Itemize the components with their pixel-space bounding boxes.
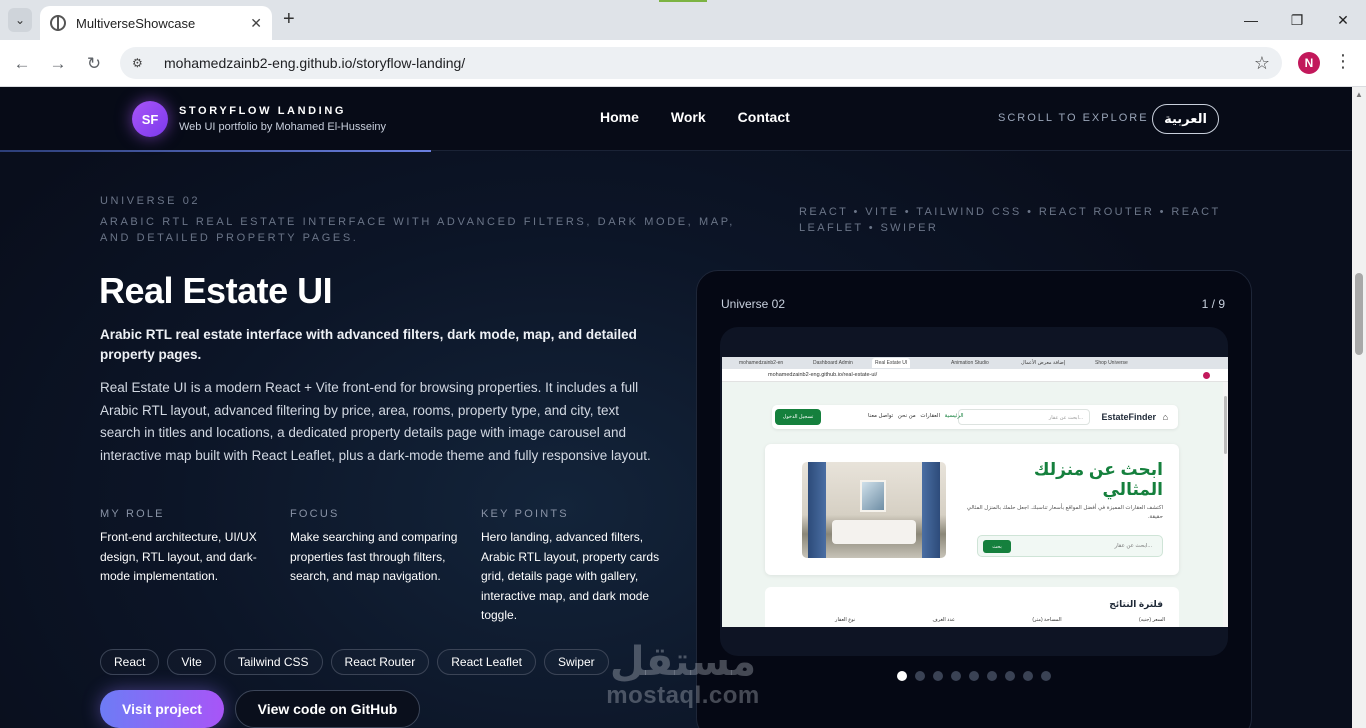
main-nav: Home Work Contact	[600, 109, 790, 125]
universe-eyebrow: UNIVERSE 02	[100, 195, 201, 207]
tab-strip-accent	[659, 0, 707, 2]
mini-hero-title: ابحث عن منزلك المثالي	[1033, 460, 1163, 499]
mostaql-watermark: مستقل mostaql.com	[606, 640, 760, 709]
mini-hero-text: اكتشف العقارات المميزة في أفضل المواقع ب…	[966, 505, 1163, 520]
bookmark-star-icon[interactable]: ☆	[1254, 53, 1270, 74]
mini-filter-title: فلترة النتائج	[1109, 599, 1163, 609]
mini-tab: mohamedzainb2-en	[739, 360, 784, 366]
slide-frame[interactable]: mohamedzainb2-en Dashboard Admin Real Es…	[720, 327, 1228, 656]
page-viewport: SF STORYFLOW LANDING Web UI portfolio by…	[0, 87, 1352, 728]
site-info-icon[interactable]: ⚙	[132, 56, 150, 70]
project-title: Real Estate UI	[99, 270, 333, 311]
tech-stack-line: REACT • VITE • TAILWIND CSS • REACT ROUT…	[799, 206, 1221, 234]
forward-arrow-icon[interactable]: →	[46, 52, 70, 76]
project-summary: Arabic RTL real estate interface with ad…	[100, 327, 637, 362]
language-toggle-button[interactable]: العربية	[1152, 104, 1219, 134]
reload-icon[interactable]: ↻	[82, 52, 106, 76]
mini-tab: Real Estate UI	[872, 358, 911, 368]
scroll-up-arrow-icon[interactable]: ▲	[1355, 90, 1363, 99]
slide-screenshot: mohamedzainb2-en Dashboard Admin Real Es…	[722, 357, 1228, 627]
restore-icon[interactable]: ❐	[1274, 0, 1320, 40]
browser-toolbar: ← → ↻ ⚙ mohamedzainb2-eng.github.io/stor…	[0, 40, 1366, 87]
browser-tab-active[interactable]: MultiverseShowcase ✕	[40, 6, 272, 40]
slide-dots	[897, 671, 1051, 681]
globe-icon	[50, 15, 66, 31]
slide-dot[interactable]	[987, 671, 997, 681]
slide-dot[interactable]	[933, 671, 943, 681]
scroll-hint: SCROLL TO EXPLORE	[998, 112, 1149, 124]
slide-dot[interactable]	[1005, 671, 1015, 681]
house-icon: ⌂	[1162, 412, 1168, 422]
mini-tab-strip: mohamedzainb2-en Dashboard Admin Real Es…	[722, 357, 1228, 369]
mini-tab: Dashboard Admin	[813, 360, 853, 366]
mini-hero-search: ابحث عن عقار... بحث	[977, 535, 1163, 557]
mini-toolbar: mohamedzainb2-eng.github.io/real-estate-…	[722, 369, 1228, 382]
tab-title: MultiverseShowcase	[76, 15, 196, 31]
project-description: Real Estate UI is a modern React + Vite …	[100, 380, 651, 463]
tab-search-chevron-icon[interactable]: ⌄	[8, 8, 32, 32]
slide-dot[interactable]	[951, 671, 961, 681]
url-text: mohamedzainb2-eng.github.io/storyflow-la…	[164, 55, 466, 71]
slide-dot[interactable]	[915, 671, 925, 681]
mini-search: ابحث عن عقار...	[958, 409, 1090, 425]
mini-brand: EstateFinder	[1101, 412, 1156, 422]
page-scrollbar[interactable]: ▲	[1352, 87, 1366, 728]
mini-hero-button: بحث	[983, 540, 1011, 553]
mini-scrollbar	[1223, 382, 1228, 627]
slide-dot[interactable]	[1023, 671, 1033, 681]
browser-menu-icon[interactable]: ⋮	[1334, 51, 1352, 72]
close-window-icon[interactable]: ✕	[1320, 0, 1366, 40]
new-tab-plus-icon[interactable]: +	[283, 9, 295, 29]
slide-dot[interactable]	[897, 671, 907, 681]
living-room-photo	[802, 462, 946, 558]
mini-filter-labels: السعر (جنيه) المساحة (متر) عدد الغرف نوع…	[835, 617, 1165, 623]
brand-subtitle: Web UI portfolio by Mohamed El-Husseiny	[179, 121, 387, 133]
key-points-text: Hero landing, advanced filters, Arabic R…	[481, 530, 660, 622]
slide-dot[interactable]	[1041, 671, 1051, 681]
tag-chip: Vite	[167, 649, 216, 675]
site-header: SF STORYFLOW LANDING Web UI portfolio by…	[0, 87, 1352, 152]
tab-close-icon[interactable]: ✕	[250, 15, 262, 32]
tag-chip: Tailwind CSS	[223, 649, 323, 675]
role-text: Front-end architecture, UI/UX design, RT…	[100, 530, 257, 583]
mini-filter-panel: فلترة النتائج السعر (جنيه) المساحة (متر)…	[765, 587, 1179, 627]
key-points-label: KEY POINTS	[481, 508, 569, 520]
role-label: MY ROLE	[100, 508, 165, 520]
project-tagline: Arabic RTL real estate interface with ad…	[100, 216, 735, 244]
mini-hero: ابحث عن منزلك المثالي اكتشف العقارات الم…	[765, 444, 1179, 575]
scrollbar-thumb[interactable]	[1355, 273, 1363, 355]
brand-title: STORYFLOW LANDING	[179, 105, 347, 117]
tag-chip: React Router	[330, 649, 430, 675]
slide-counter: 1 / 9	[1201, 297, 1225, 311]
logo-badge[interactable]: SF	[132, 101, 168, 137]
mini-tab: Shop Universe	[1095, 360, 1128, 366]
tech-tags: React Vite Tailwind CSS React Router Rea…	[100, 649, 609, 675]
tag-chip: React Leaflet	[437, 649, 536, 675]
address-bar[interactable]: ⚙ mohamedzainb2-eng.github.io/storyflow-…	[120, 47, 1282, 79]
browser-tab-strip: ⌄ MultiverseShowcase ✕ + — ❐ ✕	[0, 0, 1366, 40]
slide-dot[interactable]	[969, 671, 979, 681]
visit-project-button[interactable]: Visit project	[100, 690, 224, 728]
mini-tab: Animation Studio	[951, 360, 989, 366]
mini-url: mohamedzainb2-eng.github.io/real-estate-…	[768, 372, 878, 378]
mini-tab: إضافة معرض الأعمال	[1021, 360, 1066, 366]
showcase-label: Universe 02	[721, 297, 786, 311]
mini-avatar	[1203, 372, 1210, 379]
window-controls: — ❐ ✕	[1228, 0, 1366, 40]
minimize-icon[interactable]: —	[1228, 0, 1274, 40]
scroll-progress-bar	[0, 150, 431, 152]
nav-contact[interactable]: Contact	[738, 109, 790, 125]
mini-nav-links: الرئيسية العقارات من نحن تواصل معنا	[868, 413, 964, 419]
nav-work[interactable]: Work	[671, 109, 706, 125]
focus-label: FOCUS	[290, 508, 340, 520]
view-github-button[interactable]: View code on GitHub	[235, 690, 420, 728]
profile-avatar[interactable]: N	[1298, 52, 1320, 74]
tag-chip: React	[100, 649, 160, 675]
mini-login: تسجيل الدخول	[775, 409, 821, 425]
focus-text: Make searching and comparing properties …	[290, 530, 458, 583]
back-arrow-icon[interactable]: ←	[10, 52, 34, 76]
showcase-card: Universe 02 1 / 9 mohamedzainb2-en Dashb…	[696, 270, 1252, 728]
mini-site-nav: ⌂ EstateFinder ابحث عن عقار... الرئيسية …	[772, 405, 1178, 429]
nav-home[interactable]: Home	[600, 109, 639, 125]
